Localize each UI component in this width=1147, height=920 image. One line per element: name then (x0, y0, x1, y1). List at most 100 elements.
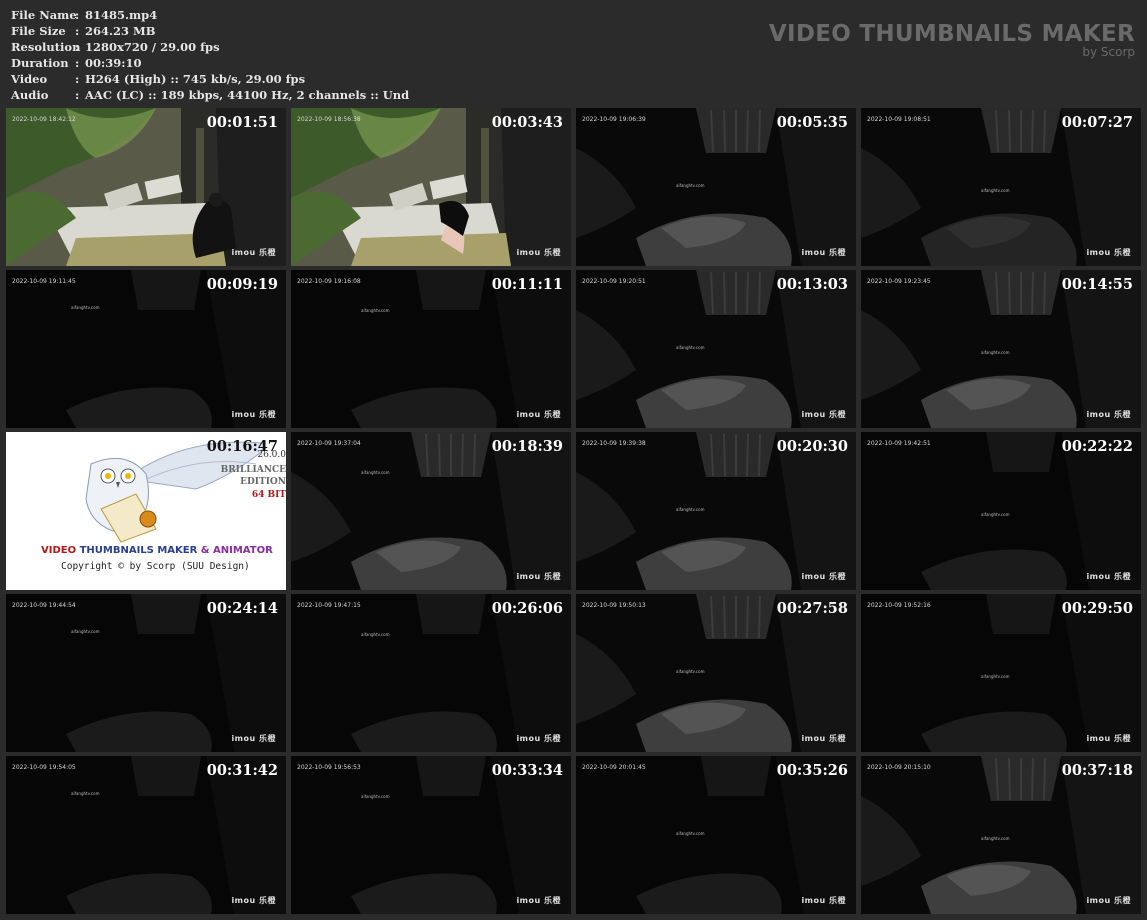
watermark: aifanghtv.com (981, 188, 1010, 193)
thumbnail-frame (861, 108, 1141, 266)
thumbnail-time: 00:31:42 (206, 762, 278, 779)
watermark: aifanghtv.com (981, 674, 1010, 679)
file-info-value: 264.23 MB (85, 24, 156, 38)
thumbnail-time: 00:11:11 (491, 276, 563, 293)
thumbnail[interactable]: 2022-10-09 18:56:38 imou 乐橙 00:03:43 (291, 108, 571, 266)
thumbnail-time: 00:18:39 (491, 438, 563, 455)
thumbnail[interactable]: 2022-10-09 19:06:39 aifanghtv.com imou 乐橙 0… (576, 108, 856, 266)
camera-timestamp: 2022-10-09 19:08:51 (867, 116, 931, 123)
thumbnail[interactable]: 2022-10-09 19:37:04 aifanghtv.com imou 乐橙 0… (291, 432, 571, 590)
thumbnail[interactable]: 2022-10-09 19:47:15 aifanghtv.com imou 乐橙 0… (291, 594, 571, 752)
file-info-row: File Size:264.23 MB (11, 23, 409, 39)
file-info-sep: : (75, 8, 80, 22)
thumbnail[interactable]: 2022-10-09 20:01:45 aifanghtv.com imou 乐橙 0… (576, 756, 856, 914)
thumbnail[interactable]: 2022-10-09 19:39:38 aifanghtv.com imou 乐橙 0… (576, 432, 856, 590)
file-info-row: Audio: AAC (LC) :: 189 kbps, 44100 Hz, 2 … (11, 87, 409, 103)
thumbnail-time: 00:07:27 (1061, 114, 1133, 131)
thumbnail[interactable]: 2022-10-09 19:54:05 aifanghtv.com imou 乐橙 0… (6, 756, 286, 914)
watermark: aifanghtv.com (71, 629, 100, 634)
promo-copyright: Copyright © by Scorp (SUU Design) (61, 561, 250, 572)
thumbnail-time: 00:35:26 (776, 762, 848, 779)
file-info-label: Audio (11, 88, 49, 102)
watermark: aifanghtv.com (676, 345, 705, 350)
thumbnail[interactable]: 2022-10-09 19:52:16 aifanghtv.com imou 乐橙 0… (861, 594, 1141, 752)
file-info-row: Resolution:1280x720 / 29.00 fps (11, 39, 409, 55)
camera-timestamp: 2022-10-09 19:50:13 (582, 602, 646, 609)
camera-logo: imou 乐橙 (231, 248, 276, 257)
thumbnail-time: 00:16:47 (206, 438, 278, 455)
thumbnail[interactable]: 2022-10-09 19:42:51 aifanghtv.com imou 乐橙 0… (861, 432, 1141, 590)
camera-timestamp: 2022-10-09 19:56:53 (297, 764, 361, 771)
file-info-label: File Name (11, 8, 77, 22)
thumbnail-frame (6, 756, 286, 914)
camera-logo: imou 乐橙 (516, 410, 561, 419)
camera-logo: imou 乐橙 (801, 248, 846, 257)
file-info: File Name:81485.mp4 File Size:264.23 MB Re… (11, 7, 409, 103)
camera-timestamp: 2022-10-09 20:15:10 (867, 764, 931, 771)
thumbnail-time: 00:01:51 (206, 114, 278, 131)
camera-logo: imou 乐橙 (516, 248, 561, 257)
thumbnail[interactable]: 2022-10-09 19:50:13 aifanghtv.com imou 乐橙 0… (576, 594, 856, 752)
watermark: aifanghtv.com (981, 836, 1010, 841)
thumbnail-frame (576, 756, 856, 914)
camera-logo: imou 乐橙 (801, 896, 846, 905)
watermark: aifanghtv.com (361, 308, 390, 313)
thumbnail-time: 00:14:55 (1061, 276, 1133, 293)
watermark: aifanghtv.com (676, 831, 705, 836)
thumbnail-frame (576, 108, 856, 266)
thumbnail-frame (6, 270, 286, 428)
thumbnail[interactable]: 2022-10-09 19:11:45 aifanghtv.com imou 乐橙 0… (6, 270, 286, 428)
thumbnail-time: 00:29:50 (1061, 600, 1133, 617)
camera-logo: imou 乐橙 (801, 410, 846, 419)
promo-product-mid: THUMBNAILS MAKER (76, 545, 201, 556)
thumbnail[interactable]: 2022-10-09 20:15:10 aifanghtv.com imou 乐橙 0… (861, 756, 1141, 914)
watermark: aifanghtv.com (981, 512, 1010, 517)
promo-edition-line2: EDITION (240, 477, 286, 487)
camera-timestamp: 2022-10-09 19:42:51 (867, 440, 931, 447)
thumbnail-frame (576, 594, 856, 752)
thumbnail-time: 00:09:19 (206, 276, 278, 293)
thumbnail-frame (6, 108, 286, 266)
watermark: aifanghtv.com (981, 350, 1010, 355)
thumbnail[interactable]: 2022-10-09 19:56:53 aifanghtv.com imou 乐橙 0… (291, 756, 571, 914)
camera-logo: imou 乐橙 (1086, 734, 1131, 743)
camera-timestamp: 2022-10-09 19:44:54 (12, 602, 76, 609)
brand: VIDEO THUMBNAILS MAKER by Scorp (769, 21, 1135, 59)
thumbnail-time: 00:05:35 (776, 114, 848, 131)
thumbnail-frame (291, 594, 571, 752)
file-info-label: Video (11, 72, 48, 86)
thumbnail-time: 00:24:14 (206, 600, 278, 617)
thumbnail[interactable]: 2022-10-09 19:20:51 aifanghtv.com imou 乐橙 0… (576, 270, 856, 428)
thumbnail-frame (291, 756, 571, 914)
thumbnail[interactable]: 26.0.0 BRILLIANCE EDITION 64 BIT VIDEO THUMB… (6, 432, 286, 590)
file-info-value: 1280x720 / 29.00 fps (85, 40, 220, 54)
thumbnail-time: 00:13:03 (776, 276, 848, 293)
watermark: aifanghtv.com (361, 632, 390, 637)
thumbnail-frame (576, 270, 856, 428)
camera-timestamp: 2022-10-09 19:06:39 (582, 116, 646, 123)
camera-timestamp: 2022-10-09 19:11:45 (12, 278, 76, 285)
thumbnail-time: 00:20:30 (776, 438, 848, 455)
file-info-value: 81485.mp4 (85, 8, 158, 22)
camera-timestamp: 2022-10-09 19:54:05 (12, 764, 76, 771)
promo-bits: 64 BIT (251, 490, 286, 500)
camera-logo: imou 乐橙 (231, 734, 276, 743)
brand-title: VIDEO THUMBNAILS MAKER (768, 21, 1135, 47)
thumbnail[interactable]: 2022-10-09 19:44:54 aifanghtv.com imou 乐橙 0… (6, 594, 286, 752)
thumbnail[interactable]: 2022-10-09 19:23:45 aifanghtv.com imou 乐橙 0… (861, 270, 1141, 428)
thumbnail-frame (291, 108, 571, 266)
watermark: aifanghtv.com (361, 794, 390, 799)
thumbnail[interactable]: 2022-10-09 19:16:08 aifanghtv.com imou 乐橙 0… (291, 270, 571, 428)
thumbnail[interactable]: 2022-10-09 19:08:51 aifanghtv.com imou 乐橙 0… (861, 108, 1141, 266)
promo-edition: BRILLIANCE EDITION (221, 464, 286, 488)
camera-timestamp: 2022-10-09 19:52:16 (867, 602, 931, 609)
thumbnail[interactable]: 2022-10-09 18:42:12 imou 乐橙 00:01:51 (6, 108, 286, 266)
camera-logo: imou 乐橙 (231, 896, 276, 905)
camera-logo: imou 乐橙 (1086, 248, 1131, 257)
file-info-label: Duration (11, 56, 69, 70)
camera-timestamp: 2022-10-09 19:37:04 (297, 440, 361, 447)
file-info-sep: : (75, 88, 80, 102)
camera-timestamp: 2022-10-09 18:56:38 (297, 116, 361, 123)
file-info-row: Duration:00:39:10 (11, 55, 409, 71)
camera-timestamp: 2022-10-09 20:01:45 (582, 764, 646, 771)
